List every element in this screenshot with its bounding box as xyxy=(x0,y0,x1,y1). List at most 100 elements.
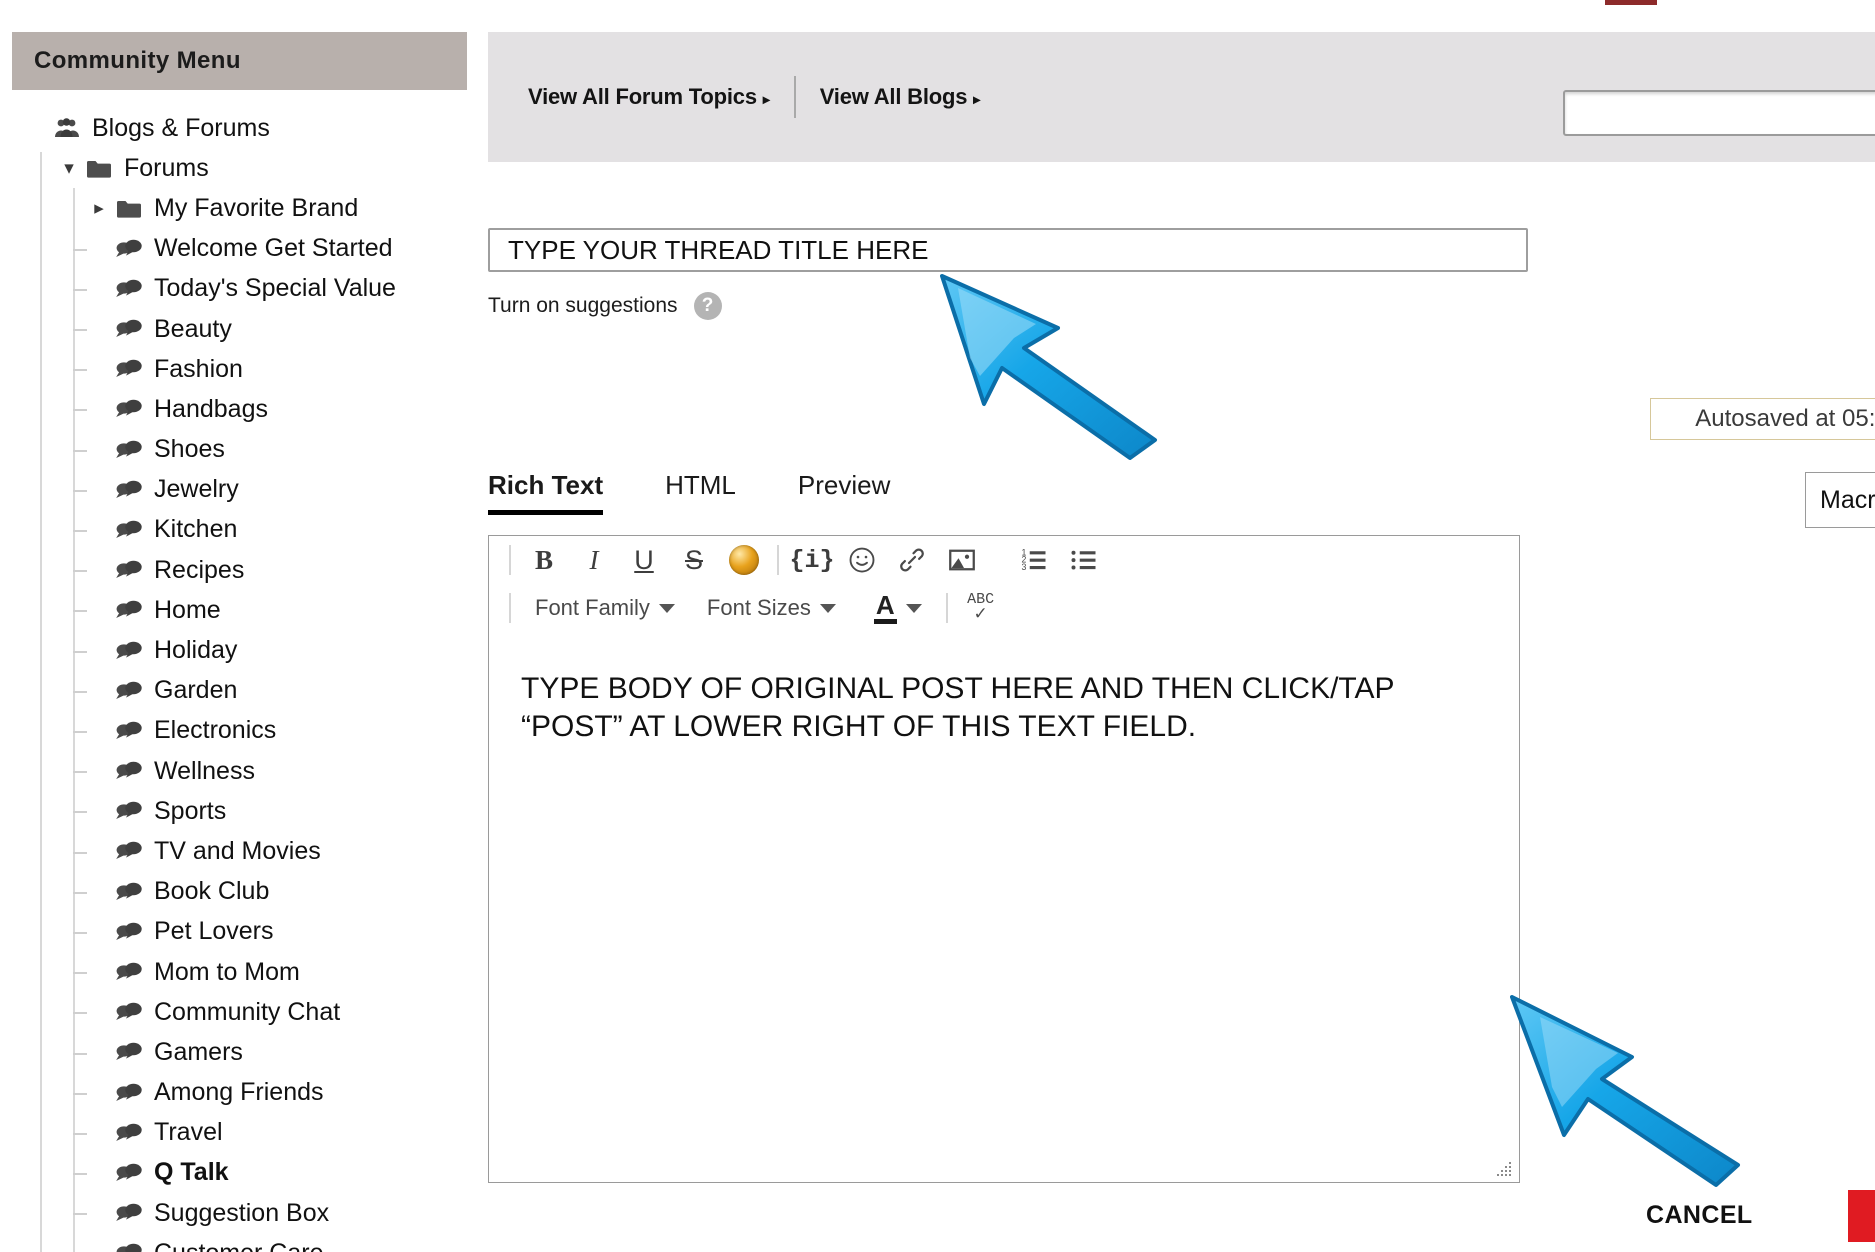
community-sidebar: Community Menu ▸ Blogs & Forums ▾ Forums ▸ My… xyxy=(0,0,470,1252)
speech-bubble-icon xyxy=(114,1200,144,1226)
insert-link-button[interactable] xyxy=(887,539,937,581)
sidebar-item-electronics[interactable]: Electronics xyxy=(0,711,470,751)
sidebar-item-beauty[interactable]: Beauty xyxy=(0,309,470,349)
strikethrough-button[interactable]: S xyxy=(669,539,719,581)
tree-spacer: ▸ xyxy=(26,119,48,138)
sidebar-item-label: Welcome Get Started xyxy=(154,234,393,263)
tree-connector xyxy=(73,570,87,573)
text-color-dropdown[interactable]: A xyxy=(852,587,938,629)
sidebar-item-label: Recipes xyxy=(154,555,245,584)
text-color-label: A xyxy=(873,591,897,625)
sidebar-item-label: Today's Special Value xyxy=(154,274,396,303)
sidebar-header: Community Menu xyxy=(12,32,467,90)
sidebar-item-label: Q Talk xyxy=(154,1158,229,1187)
sidebar-item-q-talk[interactable]: Q Talk xyxy=(0,1153,470,1193)
ordered-list-button[interactable]: 123 xyxy=(1009,539,1059,581)
sidebar-item-label: Mom to Mom xyxy=(154,957,300,986)
sidebar-item-sports[interactable]: Sports xyxy=(0,791,470,831)
forum-tree: ▸ Blogs & Forums ▾ Forums ▸ My Favorite Brand… xyxy=(0,108,470,1252)
sidebar-item-wellness[interactable]: Wellness xyxy=(0,751,470,791)
sidebar-item-handbags[interactable]: Handbags xyxy=(0,389,470,429)
macros-dropdown[interactable]: Macros xyxy=(1805,472,1875,528)
tree-connector xyxy=(73,891,87,894)
sidebar-item-book-club[interactable]: Book Club xyxy=(0,872,470,912)
sidebar-item-label: Gamers xyxy=(154,1037,243,1066)
sidebar-item-my-favorite-brand[interactable]: ▸ My Favorite Brand xyxy=(0,188,470,228)
sidebar-header-title: Community Menu xyxy=(34,47,241,74)
speech-bubble-icon xyxy=(114,1039,144,1065)
sidebar-item-today-s-special-value[interactable]: Today's Special Value xyxy=(0,269,470,309)
chevron-right-icon[interactable]: ▸ xyxy=(88,199,110,218)
speech-bubble-icon xyxy=(114,437,144,463)
speech-bubble-icon xyxy=(114,1080,144,1106)
tab-html[interactable]: HTML xyxy=(665,470,736,515)
highlight-color-button[interactable] xyxy=(719,539,769,581)
sidebar-item-welcome-get-started[interactable]: Welcome Get Started xyxy=(0,229,470,269)
editor-toolbar-row-1: B I U S {i} 1 2 3 xyxy=(489,536,1519,584)
speech-bubble-icon xyxy=(114,597,144,623)
sidebar-item-community-chat[interactable]: Community Chat xyxy=(0,992,470,1032)
speech-bubble-icon xyxy=(114,959,144,985)
cancel-button[interactable]: CANCEL xyxy=(1640,1200,1759,1231)
font-family-dropdown[interactable]: Font Family xyxy=(519,587,691,629)
bullet-list-button[interactable] xyxy=(1059,539,1109,581)
sidebar-item-tv-and-movies[interactable]: TV and Movies xyxy=(0,831,470,871)
view-all-blogs-link[interactable]: View All Blogs ▸ xyxy=(819,84,981,110)
chevron-down-icon[interactable]: ▾ xyxy=(58,159,80,178)
emoji-button[interactable] xyxy=(837,539,887,581)
sidebar-item-pet-lovers[interactable]: Pet Lovers xyxy=(0,912,470,952)
tab-rich-text[interactable]: Rich Text xyxy=(488,470,604,515)
sidebar-item-gamers[interactable]: Gamers xyxy=(0,1032,470,1072)
sidebar-item-garden[interactable]: Garden xyxy=(0,671,470,711)
sidebar-item-holiday[interactable]: Holiday xyxy=(0,630,470,670)
sidebar-item-shoes[interactable]: Shoes xyxy=(0,430,470,470)
bold-button[interactable]: B xyxy=(519,539,569,581)
font-size-dropdown[interactable]: Font Sizes xyxy=(691,587,852,629)
sidebar-item-kitchen[interactable]: Kitchen xyxy=(0,510,470,550)
search-input[interactable] xyxy=(1563,90,1875,136)
sidebar-item-suggestion-box[interactable]: Suggestion Box xyxy=(0,1193,470,1233)
post-body-textarea[interactable]: TYPE BODY OF ORIGINAL POST HERE AND THEN… xyxy=(489,632,1519,1182)
folder-icon xyxy=(84,155,114,181)
sidebar-item-label: Kitchen xyxy=(154,515,238,544)
sidebar-item-recipes[interactable]: Recipes xyxy=(0,550,470,590)
spellcheck-button[interactable]: ABC ✓ xyxy=(956,587,1006,629)
svg-text:3: 3 xyxy=(1022,562,1027,572)
italic-button[interactable]: I xyxy=(569,539,619,581)
sidebar-item-forums[interactable]: ▾ Forums xyxy=(0,148,470,188)
sidebar-item-home[interactable]: Home xyxy=(0,590,470,630)
toolbar-divider xyxy=(509,593,511,623)
speech-bubble-icon xyxy=(114,1160,144,1186)
tree-connector xyxy=(73,851,87,854)
help-icon[interactable]: ? xyxy=(693,292,722,320)
insert-code-button[interactable]: {i} xyxy=(787,539,837,581)
thread-title-input[interactable] xyxy=(488,228,1528,272)
post-button[interactable]: POST xyxy=(1848,1190,1875,1242)
tree-connector xyxy=(73,690,87,693)
sidebar-item-blogs-forums[interactable]: ▸ Blogs & Forums xyxy=(0,108,470,148)
sidebar-item-mom-to-mom[interactable]: Mom to Mom xyxy=(0,952,470,992)
check-icon: ✓ xyxy=(973,604,988,624)
speech-bubble-icon xyxy=(114,798,144,824)
speech-bubble-icon xyxy=(114,517,144,543)
view-all-blogs-label: View All Blogs xyxy=(819,84,968,109)
tab-preview[interactable]: Preview xyxy=(798,470,890,515)
resize-grip-icon[interactable] xyxy=(1497,1160,1513,1176)
sidebar-item-customer-care[interactable]: Customer Care xyxy=(0,1233,470,1252)
sidebar-item-label: Community Chat xyxy=(154,997,341,1026)
tree-connector xyxy=(73,1173,87,1176)
sidebar-item-jewelry[interactable]: Jewelry xyxy=(0,470,470,510)
insert-image-button[interactable] xyxy=(937,539,987,581)
underline-button[interactable]: U xyxy=(619,539,669,581)
font-family-label: Font Family xyxy=(535,595,650,620)
sidebar-item-travel[interactable]: Travel xyxy=(0,1113,470,1153)
sidebar-item-fashion[interactable]: Fashion xyxy=(0,349,470,389)
sidebar-item-label: Among Friends xyxy=(154,1078,324,1107)
toolbar-divider xyxy=(509,545,511,575)
sidebar-item-among-friends[interactable]: Among Friends xyxy=(0,1073,470,1113)
suggestions-row: Turn on suggestions ? xyxy=(488,292,722,320)
turn-on-suggestions-label[interactable]: Turn on suggestions xyxy=(488,294,678,318)
view-all-forum-topics-link[interactable]: View All Forum Topics ▸ xyxy=(528,84,770,110)
speech-bubble-icon xyxy=(114,1120,144,1146)
sidebar-item-label: Jewelry xyxy=(154,475,239,504)
